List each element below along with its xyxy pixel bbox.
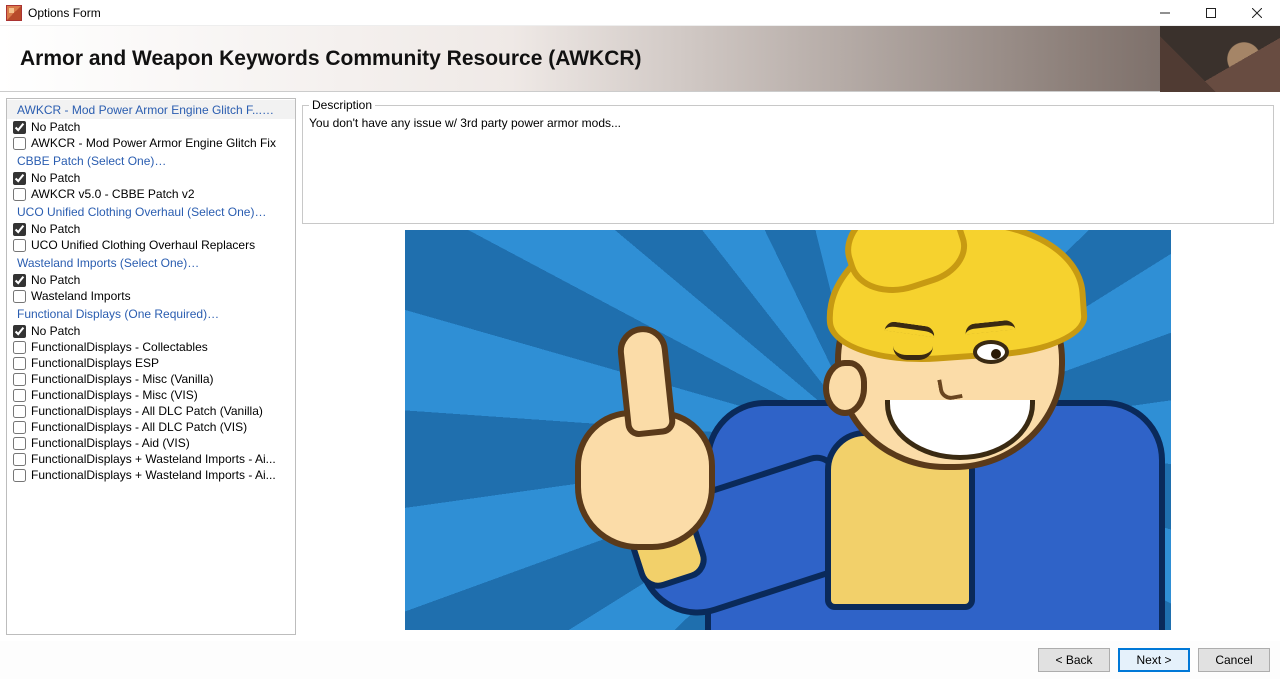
option-label: No Patch [31, 273, 80, 287]
option-checkbox[interactable] [13, 188, 26, 201]
option-label: FunctionalDisplays - Aid (VIS) [31, 436, 190, 450]
maximize-icon [1206, 8, 1216, 18]
option-row[interactable]: FunctionalDisplays + Wasteland Imports -… [7, 467, 295, 483]
option-label: AWKCR - Mod Power Armor Engine Glitch Fi… [31, 136, 276, 150]
option-checkbox[interactable] [13, 290, 26, 303]
titlebar: Options Form [0, 0, 1280, 26]
option-label: FunctionalDisplays + Wasteland Imports -… [31, 452, 276, 466]
options-panel[interactable]: AWKCR - Mod Power Armor Engine Glitch F.… [6, 98, 296, 635]
option-checkbox[interactable] [13, 469, 26, 482]
next-button[interactable]: Next > [1118, 648, 1190, 672]
option-checkbox[interactable] [13, 421, 26, 434]
option-label: FunctionalDisplays + Wasteland Imports -… [31, 468, 276, 482]
option-label: FunctionalDisplays - All DLC Patch (VIS) [31, 420, 247, 434]
option-row[interactable]: UCO Unified Clothing Overhaul Replacers [7, 237, 295, 253]
option-label: No Patch [31, 222, 80, 236]
option-row[interactable]: No Patch [7, 119, 295, 135]
option-row[interactable]: FunctionalDisplays ESP [7, 355, 295, 371]
option-checkbox[interactable] [13, 373, 26, 386]
option-checkbox[interactable] [13, 357, 26, 370]
option-group-header: Functional Displays (One Required) [7, 304, 295, 323]
window-controls [1142, 0, 1280, 26]
app-icon [6, 5, 22, 21]
option-checkbox[interactable] [13, 172, 26, 185]
option-row[interactable]: FunctionalDisplays - All DLC Patch (Vani… [7, 403, 295, 419]
option-group-header: Wasteland Imports (Select One) [7, 253, 295, 272]
header-art-image [1160, 26, 1280, 92]
option-label: UCO Unified Clothing Overhaul Replacers [31, 238, 255, 252]
option-checkbox[interactable] [13, 223, 26, 236]
option-label: FunctionalDisplays - Collectables [31, 340, 208, 354]
description-box: Description You don't have any issue w/ … [302, 98, 1274, 224]
option-checkbox[interactable] [13, 239, 26, 252]
description-legend: Description [309, 98, 375, 112]
option-group-header: AWKCR - Mod Power Armor Engine Glitch F.… [7, 100, 295, 119]
option-checkbox[interactable] [13, 341, 26, 354]
option-label: FunctionalDisplays - Misc (Vanilla) [31, 372, 214, 386]
description-text: You don't have any issue w/ 3rd party po… [309, 116, 1267, 130]
option-label: FunctionalDisplays ESP [31, 356, 159, 370]
option-row[interactable]: FunctionalDisplays + Wasteland Imports -… [7, 451, 295, 467]
page-title: Armor and Weapon Keywords Community Reso… [0, 47, 642, 71]
option-row[interactable]: Wasteland Imports [7, 288, 295, 304]
cancel-button[interactable]: Cancel [1198, 648, 1270, 672]
close-icon [1252, 8, 1262, 18]
option-label: No Patch [31, 120, 80, 134]
option-checkbox[interactable] [13, 137, 26, 150]
option-row[interactable]: No Patch [7, 170, 295, 186]
option-checkbox[interactable] [13, 405, 26, 418]
option-checkbox[interactable] [13, 274, 26, 287]
back-button[interactable]: < Back [1038, 648, 1110, 672]
option-group-header: UCO Unified Clothing Overhaul (Select On… [7, 202, 295, 221]
window-title: Options Form [28, 6, 101, 20]
option-group-header: CBBE Patch (Select One) [7, 151, 295, 170]
footer-buttons: < Back Next > Cancel [0, 641, 1280, 679]
close-button[interactable] [1234, 0, 1280, 26]
content-area: AWKCR - Mod Power Armor Engine Glitch F.… [0, 92, 1280, 641]
option-row[interactable]: FunctionalDisplays - Aid (VIS) [7, 435, 295, 451]
right-panel: Description You don't have any issue w/ … [302, 98, 1274, 635]
option-checkbox[interactable] [13, 325, 26, 338]
option-checkbox[interactable] [13, 389, 26, 402]
option-row[interactable]: FunctionalDisplays - Misc (VIS) [7, 387, 295, 403]
preview-image [405, 230, 1171, 630]
option-row[interactable]: AWKCR v5.0 - CBBE Patch v2 [7, 186, 295, 202]
option-row[interactable]: No Patch [7, 323, 295, 339]
option-row[interactable]: FunctionalDisplays - All DLC Patch (VIS) [7, 419, 295, 435]
minimize-icon [1160, 8, 1170, 18]
option-checkbox[interactable] [13, 121, 26, 134]
header-banner: Armor and Weapon Keywords Community Reso… [0, 26, 1280, 92]
option-label: AWKCR v5.0 - CBBE Patch v2 [31, 187, 195, 201]
option-label: No Patch [31, 171, 80, 185]
option-checkbox[interactable] [13, 437, 26, 450]
option-row[interactable]: FunctionalDisplays - Misc (Vanilla) [7, 371, 295, 387]
option-row[interactable]: No Patch [7, 221, 295, 237]
option-label: No Patch [31, 324, 80, 338]
minimize-button[interactable] [1142, 0, 1188, 26]
option-row[interactable]: AWKCR - Mod Power Armor Engine Glitch Fi… [7, 135, 295, 151]
option-row[interactable]: No Patch [7, 272, 295, 288]
preview-area [302, 224, 1274, 635]
option-label: FunctionalDisplays - Misc (VIS) [31, 388, 198, 402]
option-row[interactable]: FunctionalDisplays - Collectables [7, 339, 295, 355]
option-label: FunctionalDisplays - All DLC Patch (Vani… [31, 404, 263, 418]
option-checkbox[interactable] [13, 453, 26, 466]
option-label: Wasteland Imports [31, 289, 131, 303]
maximize-button[interactable] [1188, 0, 1234, 26]
